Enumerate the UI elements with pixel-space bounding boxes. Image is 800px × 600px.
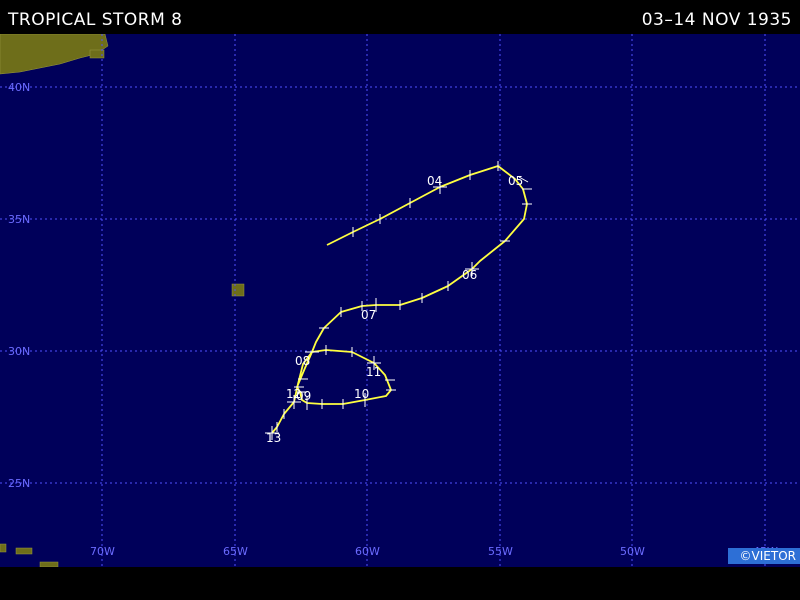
lon-label-65w: 65W <box>223 545 248 558</box>
lon-label-60w: 60W <box>355 545 380 558</box>
day-label-05: 05 <box>508 174 523 188</box>
footer-bar <box>0 567 800 600</box>
lon-label-55w: 55W <box>488 545 513 558</box>
lat-label-30n: 30N <box>8 345 30 358</box>
storm-title: TROPICAL STORM 8 <box>8 10 183 30</box>
day-label-13: 13 <box>266 431 281 445</box>
day-label-08: 08 <box>295 354 310 368</box>
day-label-10: 10 <box>354 387 369 401</box>
lon-label-50w: 50W <box>620 545 645 558</box>
day-label-04: 04 <box>427 174 442 188</box>
lon-label-70w: 70W <box>90 545 115 558</box>
caribbean-land-3 <box>0 543 7 553</box>
caribbean-land-1 <box>15 547 33 555</box>
title-bar: TROPICAL STORM 8 03–14 NOV 1935 <box>0 0 800 34</box>
bermuda-land <box>231 283 245 297</box>
date-range: 03–14 NOV 1935 <box>641 10 792 30</box>
lat-label-25n: 25N <box>8 477 30 490</box>
lat-label-40n: 40N <box>8 81 30 94</box>
day-label-07: 07 <box>361 308 376 322</box>
credit-badge: ©VIETOR <box>727 548 800 564</box>
day-label-11: 11 <box>366 365 381 379</box>
day-label-06: 06 <box>462 268 477 282</box>
day-label-12: 12 <box>286 387 301 401</box>
track-map: 40N 35N 30N 25N 70W 65W 60W 55W 50W 45W <box>0 34 800 567</box>
lat-label-35n: 35N <box>8 213 30 226</box>
